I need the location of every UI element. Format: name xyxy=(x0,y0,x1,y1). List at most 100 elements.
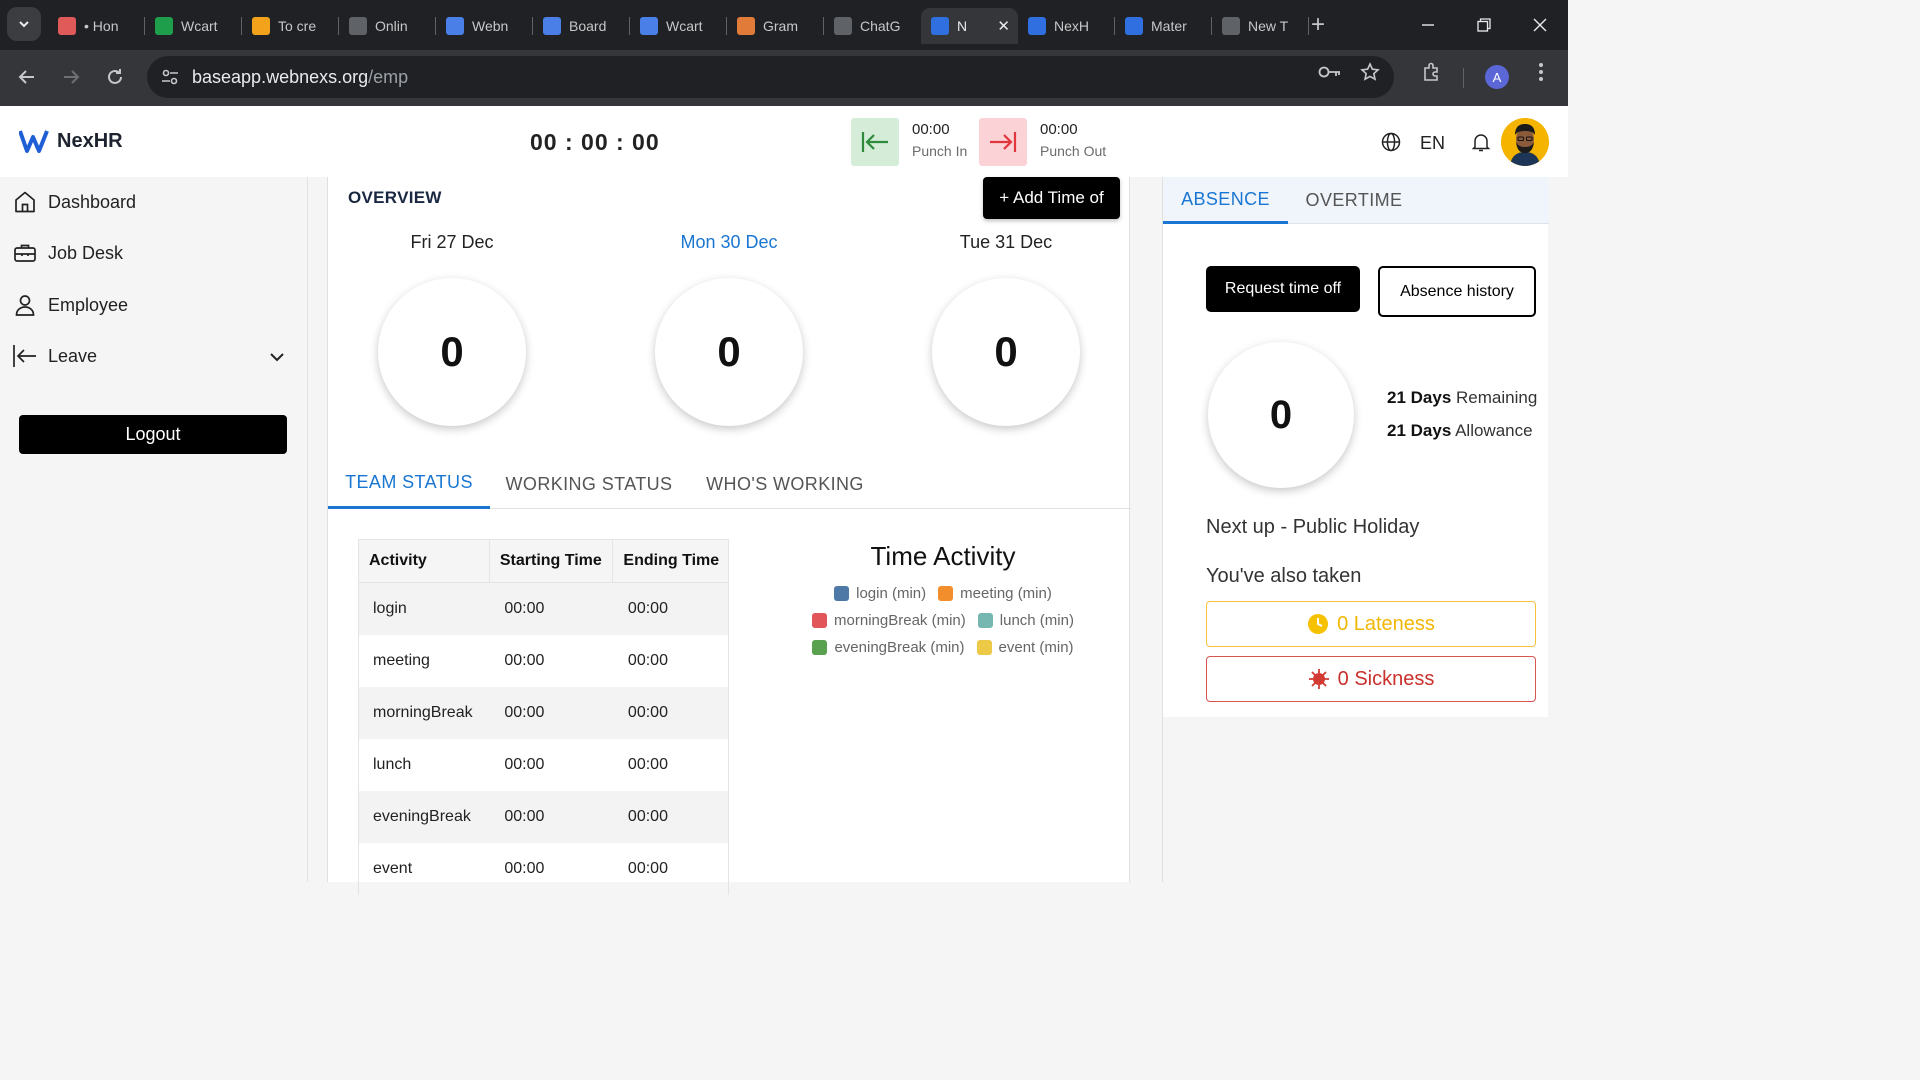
tab-favicon-icon xyxy=(58,17,76,35)
minimize-button[interactable] xyxy=(1400,0,1456,50)
tab-favicon-icon xyxy=(155,17,173,35)
legend-item[interactable]: meeting (min) xyxy=(938,585,1052,602)
sickness-badge[interactable]: 0 Sickness xyxy=(1206,656,1536,702)
browser-tab[interactable]: • Hon xyxy=(48,8,145,44)
back-button[interactable] xyxy=(12,62,42,92)
panel-footer-area xyxy=(1163,717,1549,882)
user-avatar-icon xyxy=(1501,118,1549,166)
profile-avatar[interactable]: A xyxy=(1485,65,1509,89)
day-label-today: Mon 30 Dec xyxy=(680,232,778,252)
sidebar-item-dashboard[interactable]: Dashboard xyxy=(12,187,136,217)
site-settings-icon[interactable] xyxy=(159,66,181,88)
legend-item[interactable]: eveningBreak (min) xyxy=(812,639,965,656)
url-input[interactable]: baseapp.webnexs.org/emp xyxy=(147,56,1394,98)
request-time-off-button[interactable]: Request time off xyxy=(1206,266,1360,312)
browser-tab[interactable]: Board xyxy=(533,8,630,44)
close-icon xyxy=(1533,18,1547,32)
add-time-off-button[interactable]: + Add Time of xyxy=(983,177,1120,219)
close-window-button[interactable] xyxy=(1512,0,1568,50)
chart-legend-row: morningBreak (min) lunch (min) xyxy=(768,612,1118,629)
punch-out-label: Punch Out xyxy=(1040,143,1107,159)
tab-title: N xyxy=(957,18,968,34)
browser-tab[interactable]: ChatG xyxy=(824,8,921,44)
close-tab-icon[interactable]: ✕ xyxy=(997,17,1010,35)
chart-legend-row: login (min) meeting (min) xyxy=(768,585,1118,602)
tab-favicon-icon xyxy=(834,17,852,35)
tab-title: Mater xyxy=(1151,18,1187,34)
reload-button[interactable] xyxy=(100,62,130,92)
browser-tab[interactable]: Wcart xyxy=(630,8,727,44)
browser-tab-strip: • Hon Wcart To cre Onlin Webn Board Wcart Gram C… xyxy=(0,0,1568,50)
table-cell: meeting xyxy=(358,634,490,687)
browser-tab[interactable]: NexH xyxy=(1018,8,1115,44)
extensions-icon[interactable] xyxy=(1420,60,1444,84)
sidebar-item-leave[interactable]: Leave xyxy=(12,341,97,371)
app-logo[interactable]: NexHR xyxy=(19,129,123,153)
days-allowance: 21 Days Allowance xyxy=(1387,421,1533,440)
person-icon xyxy=(12,293,37,318)
tab-favicon-icon xyxy=(737,17,755,35)
url-text: baseapp.webnexs.org/emp xyxy=(192,67,409,87)
browser-tab[interactable]: New T xyxy=(1212,8,1309,44)
tab-favicon-icon xyxy=(931,17,949,35)
table-row: eveningBreak 00:00 00:00 xyxy=(358,790,729,843)
also-taken-text: You've also taken xyxy=(1206,565,1362,587)
password-key-icon[interactable] xyxy=(1318,60,1342,84)
globe-icon[interactable] xyxy=(1381,132,1401,152)
tab-title: • Hon xyxy=(84,18,119,34)
tab-overtime[interactable]: OVERTIME xyxy=(1298,177,1410,224)
browser-tab[interactable]: Onlin xyxy=(339,8,436,44)
arrow-right-icon xyxy=(64,70,80,84)
legend-item[interactable]: morningBreak (min) xyxy=(812,612,966,629)
browser-tab[interactable]: N ✕ xyxy=(921,8,1018,44)
chart-legend-row: eveningBreak (min) event (min) xyxy=(768,639,1118,656)
forward-button[interactable] xyxy=(56,62,86,92)
day-label: Tue 31 Dec xyxy=(959,232,1053,252)
legend-item[interactable]: login (min) xyxy=(834,585,926,602)
browser-tab[interactable]: To cre xyxy=(242,8,339,44)
tab-title: Wcart xyxy=(666,18,703,34)
toolbar-divider xyxy=(1463,68,1464,88)
column-header: Starting Time xyxy=(488,539,614,583)
punch-out-time: 00:00 xyxy=(1040,121,1078,138)
tab-title: Onlin xyxy=(375,18,408,34)
tab-favicon-icon xyxy=(1222,17,1240,35)
logo-text: NexHR xyxy=(57,129,123,152)
new-tab-button[interactable]: + xyxy=(1303,8,1333,42)
tab-whos-working[interactable]: WHO'S WORKING xyxy=(696,459,874,509)
chevron-down-icon[interactable] xyxy=(267,347,287,367)
tab-search-button[interactable] xyxy=(7,7,41,41)
notification-bell-icon[interactable] xyxy=(1471,132,1491,152)
table-cell: 00:00 xyxy=(612,686,729,739)
absence-history-button[interactable]: Absence history xyxy=(1378,266,1536,317)
punch-out-button[interactable] xyxy=(979,118,1027,166)
restore-button[interactable] xyxy=(1456,0,1512,50)
day-label: Fri 27 Dec xyxy=(410,232,494,252)
browser-menu-icon[interactable] xyxy=(1529,60,1553,84)
tab-absence[interactable]: ABSENCE xyxy=(1163,177,1288,224)
bookmark-star-icon[interactable] xyxy=(1358,60,1382,84)
absence-count-circle: 0 xyxy=(1208,342,1354,488)
home-icon xyxy=(12,190,37,215)
browser-tab[interactable]: Webn xyxy=(436,8,533,44)
legend-item[interactable]: lunch (min) xyxy=(977,612,1074,629)
tab-title: To cre xyxy=(278,18,317,34)
sidebar-item-label: Employee xyxy=(48,294,129,315)
logout-button[interactable]: Logout xyxy=(19,415,287,454)
sidebar-item-employee[interactable]: Employee xyxy=(12,290,128,320)
language-selector[interactable]: EN xyxy=(1420,133,1445,154)
table-row: meeting 00:00 00:00 xyxy=(358,634,729,687)
punch-in-button[interactable] xyxy=(851,118,899,166)
lateness-badge[interactable]: 0 Lateness xyxy=(1206,601,1536,647)
tab-working-status[interactable]: WORKING STATUS xyxy=(498,459,680,509)
user-avatar[interactable] xyxy=(1501,118,1549,166)
sidebar-item-job-desk[interactable]: Job Desk xyxy=(12,238,123,268)
legend-swatch xyxy=(834,586,850,601)
browser-tab[interactable]: Mater xyxy=(1115,8,1212,44)
browser-tab[interactable]: Gram xyxy=(727,8,824,44)
browser-tab[interactable]: Wcart xyxy=(145,8,242,44)
clock-icon xyxy=(1308,614,1329,634)
tab-team-status[interactable]: TEAM STATUS xyxy=(328,459,490,509)
tab-list: • Hon Wcart To cre Onlin Webn Board Wcart Gram C… xyxy=(48,8,1309,44)
legend-item[interactable]: event (min) xyxy=(976,639,1074,656)
